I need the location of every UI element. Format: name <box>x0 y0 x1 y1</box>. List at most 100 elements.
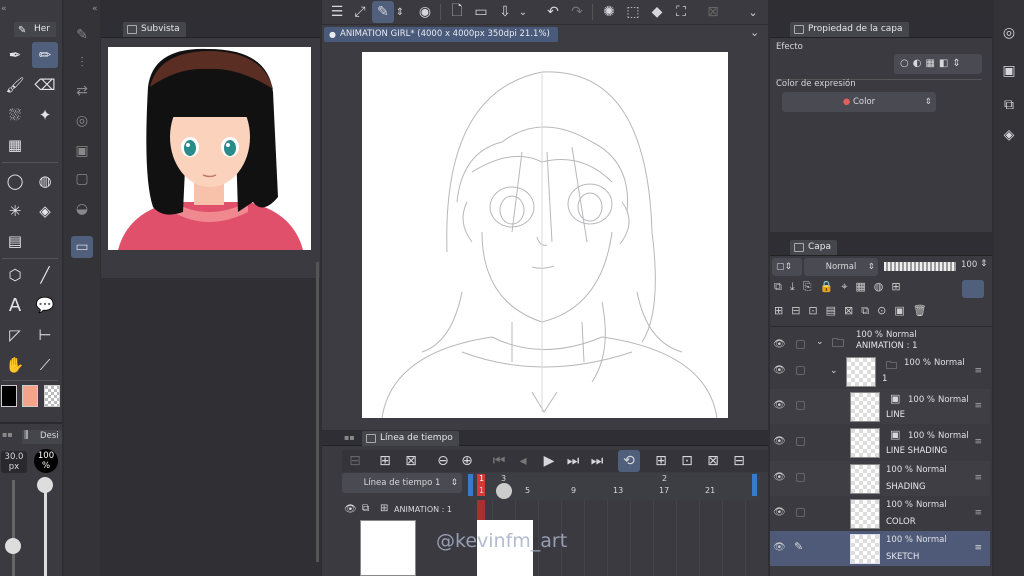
fit-screen-icon[interactable]: ⤢ <box>349 1 371 23</box>
delete-frame-icon[interactable]: ⊠ <box>702 450 724 472</box>
zoom-in-icon[interactable]: ⊕ <box>456 450 478 472</box>
brush-size-slider-track[interactable] <box>12 480 15 576</box>
loop-icon[interactable]: ⟲ <box>618 450 640 472</box>
layer-search-icon[interactable]: ⧉ <box>998 94 1020 116</box>
close-dot-icon[interactable]: ● <box>329 27 336 42</box>
opacity-readout[interactable]: 100 % <box>34 449 58 473</box>
open-folder-icon[interactable]: ▭ <box>470 1 492 23</box>
tab-timeline[interactable]: Línea de tiempo <box>362 431 459 446</box>
next-frame-icon[interactable]: ⏭ <box>562 450 584 472</box>
tab-layer-property[interactable]: Propiedad de la capa <box>790 22 909 37</box>
text-tool-icon[interactable]: A <box>2 292 28 318</box>
layer-row-selected[interactable]: 👁 ✎ 100 % Normal SKETCH ≡ <box>770 531 990 566</box>
layer-menu-icon[interactable]: ≡ <box>974 366 982 376</box>
opacity-stepper-icon[interactable]: ⇕ <box>980 259 988 269</box>
redo-icon[interactable]: ↷ <box>566 1 588 23</box>
last-frame-icon[interactable]: ⏭ <box>586 450 608 472</box>
palette-icon[interactable]: ▣ <box>71 140 93 162</box>
eye-icon[interactable]: 👁 <box>773 507 787 518</box>
lasso-tool-icon[interactable]: ◯ <box>2 168 28 194</box>
brush-size-readout[interactable]: 30.0 px <box>1 451 27 473</box>
effect-buttons[interactable]: ○◐▦◧⇕ <box>894 54 982 74</box>
undo-icon[interactable]: ↶ <box>542 1 564 23</box>
layer-checkbox[interactable] <box>796 340 805 349</box>
track-thumbnail[interactable] <box>360 520 416 576</box>
save-icon[interactable]: ⇩ <box>494 1 516 23</box>
item-bank-icon[interactable]: ▣ <box>998 60 1020 82</box>
layers-icon[interactable]: ◈ <box>998 124 1020 146</box>
opacity-slider-track[interactable] <box>44 480 47 576</box>
collapse-arrow-icon[interactable]: « <box>92 4 98 14</box>
transparent-swatch[interactable] <box>44 385 60 407</box>
canvas-chevron-icon[interactable]: ⌄ <box>750 26 759 39</box>
subview-reference-image[interactable] <box>108 47 311 250</box>
clear-icon[interactable]: ⬚ <box>622 1 644 23</box>
fill-icon[interactable]: ◆ <box>646 1 668 23</box>
collapse-icon[interactable]: ⌄ <box>742 1 764 23</box>
line-tool-icon[interactable]: ╱ <box>32 262 58 288</box>
magic-wand-icon[interactable]: ✳ <box>2 198 28 224</box>
canvas-tab[interactable]: ● ANIMATION GIRL* (4000 x 4000px 350dpi … <box>324 27 558 42</box>
layer-color-btn[interactable] <box>962 280 984 298</box>
navigator-icon[interactable]: ◎ <box>998 22 1020 44</box>
chevron-updown-icon[interactable]: ⇕ <box>394 1 406 23</box>
opacity-value[interactable]: 100 <box>961 260 977 270</box>
layer-row[interactable]: 👁 100 % Normal SHADING ≡ <box>770 461 990 496</box>
tab-layers[interactable]: Capa <box>790 240 838 255</box>
layer-toolbar-row2[interactable]: ⊞⊟⊡▤⊠⧉⊙▣🗑 <box>774 304 988 324</box>
new-frame-icon[interactable]: ⊞ <box>650 450 672 472</box>
tab-subview[interactable]: Subvista <box>123 22 186 37</box>
specify-cel-icon[interactable]: ⊡ <box>676 450 698 472</box>
balloon-tool-icon[interactable]: 💬 <box>32 292 58 318</box>
brush-size-slider-knob[interactable] <box>5 538 21 554</box>
layer-menu-icon[interactable]: ≡ <box>974 543 982 553</box>
pencil-tool-icon[interactable]: ✏ <box>32 42 58 68</box>
grid-tool-icon[interactable]: ▦ <box>2 132 28 158</box>
eye-icon[interactable]: 👁 <box>773 542 787 553</box>
drawing-canvas[interactable] <box>362 52 728 418</box>
prev-frame-icon[interactable]: ◂ <box>512 450 534 472</box>
blend-mode-select[interactable]: Normal ⇕ <box>804 258 878 276</box>
range-marker-right[interactable] <box>752 474 757 496</box>
layer-menu-icon[interactable]: ≡ <box>974 473 982 483</box>
onion-skin-icon[interactable]: ⊟ <box>728 450 750 472</box>
layer-row[interactable]: 👁 ▣ 100 % Normal LINE ≡ <box>770 389 990 424</box>
eye-icon[interactable]: 👁 <box>773 365 787 376</box>
sub-tool-tab[interactable]: ⫼ Desi <box>22 430 62 444</box>
layer-row[interactable]: 👁 100 % Normal COLOR ≡ <box>770 496 990 531</box>
navigator-icon[interactable]: ▭ <box>71 236 93 258</box>
fill-bucket-icon[interactable]: ◈ <box>32 198 58 224</box>
selection-fill-icon[interactable]: ◍ <box>32 168 58 194</box>
layer-toolbar-row1[interactable]: ⧉⤓⎘🔒⌖▦◍⊞ <box>774 280 988 300</box>
eraser-tool-icon[interactable]: ⌫ <box>32 72 58 98</box>
track-expand-icon[interactable]: ⊞ <box>380 503 388 514</box>
eye-icon[interactable]: 👁 <box>773 436 787 447</box>
layer-row[interactable]: 👁 ⌄ 🗀 100 % Normal 1 ≡ <box>770 354 990 389</box>
frame-tool-icon[interactable]: ◸ <box>2 322 28 348</box>
eye-icon[interactable]: 👁 <box>773 400 787 411</box>
timeline-name-select[interactable]: Línea de tiempo 1 ⇕ <box>342 473 462 493</box>
eye-circle-icon[interactable]: ◉ <box>414 1 436 23</box>
eye-icon[interactable]: 👁 <box>773 339 787 350</box>
edit-timeline-icon[interactable]: ⊠ <box>400 450 422 472</box>
timeline-settings-icon[interactable]: ⊞ <box>374 450 396 472</box>
layer-checkbox[interactable] <box>796 473 805 482</box>
swap-icon[interactable]: ⇄ <box>71 80 93 102</box>
subview-scrollbar[interactable] <box>316 262 319 562</box>
opacity-slider[interactable] <box>884 262 956 271</box>
range-marker-left[interactable] <box>468 474 473 496</box>
layer-menu-icon[interactable]: ≡ <box>974 437 982 447</box>
expand-arrow-icon[interactable]: ⌄ <box>816 337 824 347</box>
figure-tool-icon[interactable]: ⬡ <box>2 262 28 288</box>
layer-checkbox[interactable] <box>796 508 805 517</box>
play-icon[interactable]: ▶ <box>538 450 560 472</box>
edit-brush-icon[interactable]: ✎ <box>372 1 394 23</box>
circle-setting-icon[interactable]: ◎ <box>71 110 93 132</box>
layer-menu-icon[interactable]: ≡ <box>974 508 982 518</box>
layer-checkbox[interactable] <box>796 437 805 446</box>
layer-menu-icon[interactable]: ≡ <box>974 401 982 411</box>
layer-checkbox[interactable] <box>796 366 805 375</box>
pen-tool-icon[interactable]: ✒ <box>2 42 28 68</box>
gradient-tool-icon[interactable]: ▤ <box>2 228 28 254</box>
collapse-arrow-icon[interactable]: « <box>1 4 7 14</box>
